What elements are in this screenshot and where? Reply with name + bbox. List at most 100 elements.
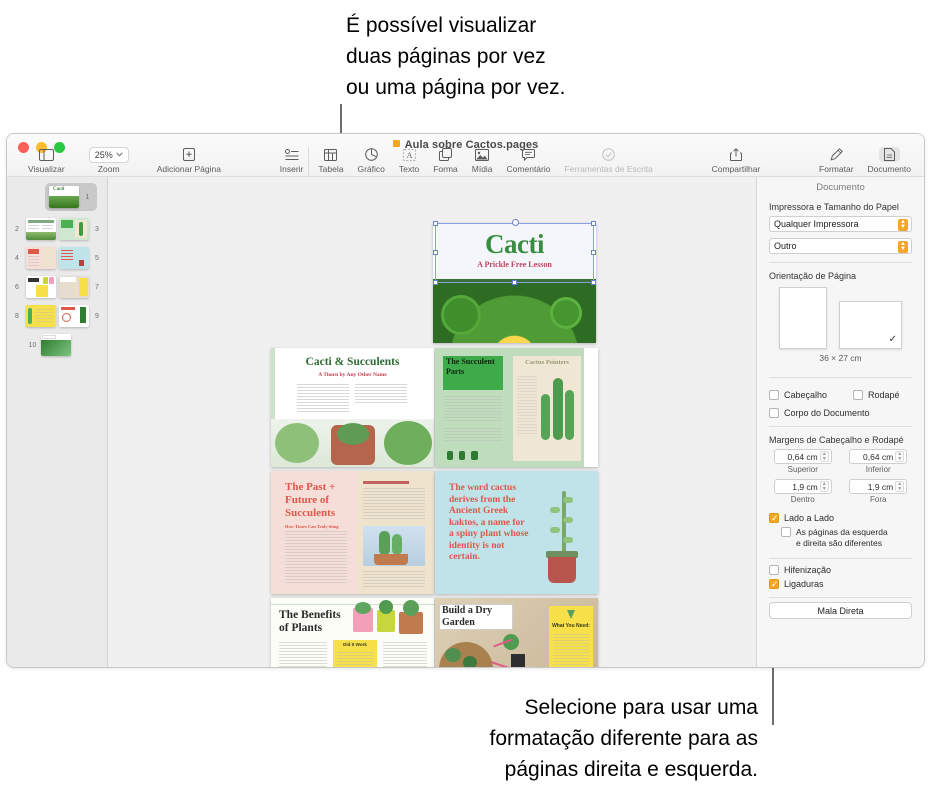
document-body-checkbox[interactable] [769,408,779,418]
thumbnail-page-1[interactable]: Cacti [49,186,79,208]
toolbar-zoom-control[interactable]: 25% Zoom [86,146,132,174]
footer-checkbox[interactable] [853,390,863,400]
share-icon [729,147,742,162]
thumbnail-page-9[interactable] [58,305,89,327]
toolbar-document-button[interactable]: Documento [865,147,914,174]
thumbnail-number: 1 [85,193,90,201]
thumbnail-row: Cacti 1 [7,183,107,211]
stepper-icon[interactable]: ▲ ▼ [819,451,829,462]
svg-text:A: A [406,151,412,160]
selection-handle[interactable] [591,221,596,226]
toolbar-shape-button[interactable]: Forma [430,147,461,174]
toolbar-writing-tools-label: Ferramentas de Escrita [564,164,653,174]
header-checkbox[interactable] [769,390,779,400]
toolbar-table-button[interactable]: Tabela [315,147,346,174]
margin-outside-cell: 1,9 cm ▲ ▼ Fora [845,479,913,507]
thumbnail-page-2[interactable] [25,218,56,240]
toolbar-add-page-label: Adicionar Página [156,164,221,174]
toolbar-comment-button[interactable]: Comentário [504,147,554,174]
margin-outside-field[interactable]: 1,9 cm ▲ ▼ [849,479,908,494]
selection-handle[interactable] [433,280,438,285]
margin-inside-field[interactable]: 1,9 cm ▲ ▼ [773,479,832,494]
thumbnail-page-5[interactable] [58,247,89,269]
toolbar-share-button[interactable]: Compartilhar [709,147,764,174]
text-icon: A [402,147,416,162]
stepper-icon[interactable]: ▲ ▼ [819,481,829,492]
thumbnail-page-4[interactable] [25,247,56,269]
thumbnail-page-8[interactable] [25,305,56,327]
side-by-side-row[interactable]: Lado a Lado [769,512,912,524]
body-checkbox-row[interactable]: Corpo do Documento [769,408,912,418]
toolbar-shape-label: Forma [433,164,458,174]
margin-top-field[interactable]: 0,64 cm ▲ ▼ [773,449,832,464]
margins-grid: 0,64 cm ▲ ▼ Superior 0,64 cm ▲ ▼ Inferior [769,449,912,507]
toolbar-format-button[interactable]: Formatar [816,147,856,174]
thumbnail-number: 9 [95,312,99,320]
header-checkbox-row[interactable]: Cabeçalho [769,390,853,400]
paper-size-select[interactable]: Outro ▲ ▼ [769,238,912,254]
window-body: Cacti 1 2 3 4 5 6 7 8 9 10 Cacti A Prick… [7,177,924,667]
page-thumbnails-sidebar[interactable]: Cacti 1 2 3 4 5 6 7 8 9 10 [7,177,108,667]
margin-bottom-value: 0,64 cm [863,451,894,462]
thumbnail-page-6[interactable] [25,276,56,298]
side-by-side-checkbox[interactable] [769,512,779,524]
toolbar-insert-button[interactable]: Inserir [277,147,307,174]
zoom-pill[interactable]: 25% [88,146,129,163]
canvas-page-6[interactable]: The Benefits of Plants Did It Work [271,598,434,667]
selection-handle[interactable] [591,280,596,285]
selection-handle[interactable] [433,250,438,255]
left-right-different-checkbox[interactable] [781,527,791,537]
orientation-landscape-option[interactable]: ✓ [839,301,902,349]
ligatures-row[interactable]: Ligaduras [769,578,912,590]
selection-rect[interactable] [435,223,594,283]
table-icon [324,147,338,162]
thumbnail-page-3[interactable] [58,218,89,240]
chevron-updown-icon: ▲ ▼ [898,219,908,231]
orientation-portrait-option[interactable] [779,287,827,349]
toolbar-media-button[interactable]: Mídia [469,147,496,174]
toolbar-text-button[interactable]: A Texto [396,147,422,174]
canvas-page-4[interactable]: The Past + Future of Succulents How Time… [271,471,434,594]
canvas-page-2[interactable]: Cacti & Succulents A Thorn by Any Other … [271,348,434,467]
footer-checkbox-row[interactable]: Rodapé [853,390,900,400]
thumbnail-selected-group[interactable]: Cacti 1 [45,183,97,211]
toolbar-zoom-label: Zoom [97,164,120,174]
selection-handle[interactable] [512,219,519,226]
margin-top-value: 0,64 cm [787,451,818,462]
document-canvas[interactable]: Cacti A Prickle Free Lesson Cacti & Succ… [108,177,756,667]
toolbar-text-label: Texto [398,164,420,174]
document-inspector-panel[interactable]: Documento Impressora e Tamanho do Papel … [756,177,924,667]
selection-handle[interactable] [433,221,438,226]
orientation-options[interactable]: ✓ [769,287,912,349]
canvas-page-3[interactable]: The Succulent Parts Cactus Pointers [435,348,598,467]
page-5-quote: The word cactus derives from the Ancient… [449,483,529,562]
page-2-title: Cacti & Succulents [305,356,400,368]
canvas-page-5[interactable]: The word cactus derives from the Ancient… [435,471,598,594]
ligatures-label: Ligaduras [784,579,824,589]
left-right-different-row[interactable]: As páginas da esquerda e direita são dif… [781,527,912,549]
printer-section-label: Impressora e Tamanho do Papel [769,202,899,212]
margin-bottom-field[interactable]: 0,64 cm ▲ ▼ [849,449,908,464]
thumbnail-row: 4 5 [7,247,107,269]
inspector-title: Documento [816,182,865,193]
toolbar-chart-button[interactable]: Gráfico [354,147,387,174]
toolbar-add-page-button[interactable]: Adicionar Página [154,147,224,174]
toolbar-view-button[interactable]: Visualizar [25,147,68,174]
hyphenation-checkbox[interactable] [769,565,779,575]
toolbar-writing-tools-button[interactable]: Ferramentas de Escrita [561,147,655,174]
canvas-page-7[interactable]: Build a Dry Garden What You Need: [435,598,598,667]
page-6-title: The Benefits of Plants [279,609,341,634]
stepper-icon[interactable]: ▲ ▼ [895,481,905,492]
thumbnail-number: 5 [95,254,99,262]
stepper-icon[interactable]: ▲ ▼ [895,451,905,462]
printer-select[interactable]: Qualquer Impressora ▲ ▼ [769,216,912,232]
hyphenation-row[interactable]: Hifenização [769,565,912,575]
toolbar-insert-label: Inserir [279,164,304,174]
thumbnail-page-10[interactable] [41,334,71,356]
selection-handle[interactable] [512,280,517,285]
mail-merge-button[interactable]: Mala Direta [769,602,912,619]
margin-bottom-caption: Inferior [865,465,891,474]
thumbnail-page-7[interactable] [58,276,89,298]
selection-handle[interactable] [591,250,596,255]
ligatures-checkbox[interactable] [769,578,779,590]
